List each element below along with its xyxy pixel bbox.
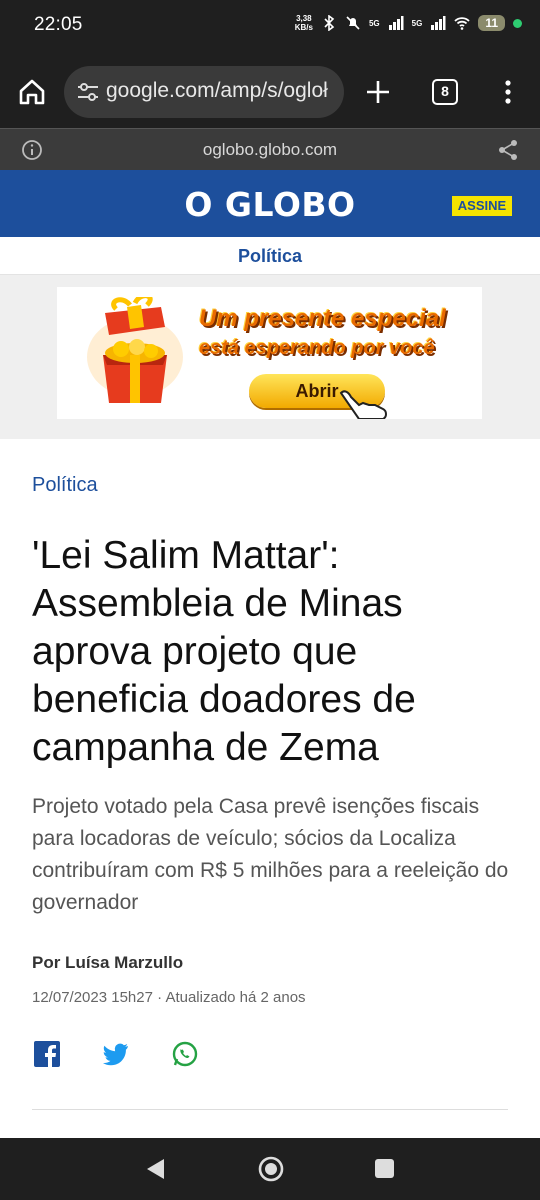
network-type-2: 5G (411, 18, 423, 28)
address-bar[interactable]: google.com/amp/s/ogloł (64, 66, 344, 118)
section-strip: Política (0, 237, 540, 275)
amp-domain: oglobo.globo.com (202, 140, 338, 159)
network-speed: 3,38 KB/s (295, 14, 313, 32)
article-byline: Por Luísa Marzullo (32, 953, 184, 972)
recent-apps-icon[interactable] (374, 1158, 395, 1179)
back-icon[interactable] (144, 1157, 166, 1181)
ad-container: Um presente especial está esperando por … (0, 275, 540, 439)
facebook-icon[interactable] (33, 1040, 61, 1068)
article-divider (32, 1109, 508, 1110)
network-speed-value: 3,38 (296, 14, 312, 23)
mute-icon (346, 16, 360, 30)
network-speed-unit: KB/s (294, 23, 313, 32)
article-kicker[interactable]: Política (32, 474, 98, 497)
system-nav-bar (0, 1138, 540, 1200)
subscribe-button[interactable]: ASSINE (452, 196, 512, 216)
status-time: 22:05 (34, 14, 83, 35)
ad-subheadline: está esperando por você (199, 337, 435, 359)
new-tab-icon[interactable] (362, 76, 394, 108)
twitter-icon[interactable] (102, 1040, 130, 1068)
gift-box-icon (87, 297, 183, 403)
whatsapp-icon[interactable] (171, 1040, 199, 1068)
more-menu-icon[interactable] (496, 76, 520, 108)
section-label[interactable]: Política (0, 237, 540, 275)
browser-toolbar: google.com/amp/s/ogloł 8 (0, 56, 540, 128)
article-dateline: 12/07/2023 15h27 · Atualizado há 2 anos (32, 989, 306, 1006)
article-headline: 'Lei Salim Mattar': Assembleia de Minas … (32, 534, 416, 769)
url-text[interactable]: google.com/amp/s/ogloł (106, 79, 328, 103)
pointer-hand-icon (339, 390, 387, 419)
signal-icon (388, 16, 404, 30)
home-icon[interactable] (16, 76, 48, 108)
bluetooth-icon (324, 15, 335, 31)
site-settings-icon[interactable] (76, 81, 100, 103)
ad-banner[interactable]: Um presente especial está esperando por … (57, 287, 482, 419)
privacy-dot-icon (513, 18, 522, 28)
article-subtitle: Projeto votado pela Casa prevê isenções … (32, 795, 509, 914)
status-bar: 22:05 3,38 KB/s 5G 5G 11 (0, 0, 540, 56)
home-nav-icon[interactable] (257, 1155, 285, 1183)
battery-indicator: 11 (478, 15, 505, 31)
share-icon[interactable] (497, 139, 519, 161)
ad-headline: Um presente especial (199, 305, 446, 332)
tab-switcher-button[interactable]: 8 (432, 79, 458, 105)
wifi-icon (454, 17, 470, 30)
network-type-1: 5G (368, 18, 380, 28)
status-icons: 3,38 KB/s 5G 5G 11 (295, 14, 522, 32)
site-header: O GLOBO ASSINE (0, 170, 540, 237)
amp-header-bar: oglobo.globo.com (0, 128, 540, 170)
signal-icon-2 (431, 16, 446, 30)
